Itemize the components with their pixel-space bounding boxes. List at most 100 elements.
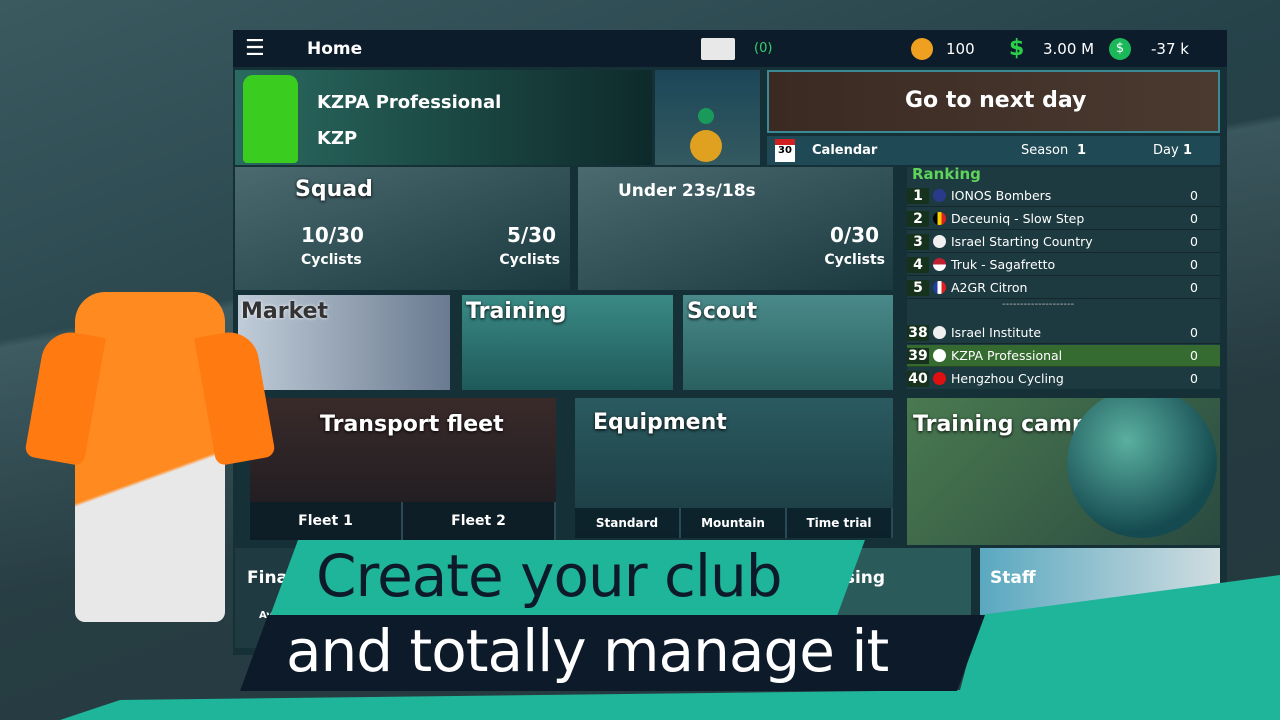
- rank-points: 0: [1190, 348, 1198, 363]
- squad-tile[interactable]: Squad 10/30 Cyclists 5/30 Cyclists: [235, 167, 570, 290]
- equipment-title: Equipment: [593, 410, 727, 435]
- training-tile[interactable]: Training: [462, 295, 673, 390]
- banner-line-2: and totally manage it: [240, 615, 985, 691]
- ranking-row[interactable]: 3 Israel Starting Country 0: [907, 231, 1220, 253]
- season-value: 1: [1077, 143, 1087, 158]
- squad-count-2: 5/30: [506, 223, 556, 247]
- day-value: 1: [1183, 143, 1193, 158]
- ranking-row[interactable]: 38 Israel Institute 0: [907, 322, 1220, 344]
- rank-points: 0: [1190, 257, 1198, 272]
- next-day-label: Go to next day: [905, 88, 1087, 113]
- globe-icon: [1067, 398, 1217, 538]
- rank-points: 0: [1190, 280, 1198, 295]
- coin-icon: [911, 37, 933, 60]
- calendar-bar[interactable]: 30 Calendar Season 1 Day 1: [767, 136, 1220, 165]
- rank-position: 5: [907, 279, 929, 296]
- transport-title: Transport fleet: [320, 412, 504, 437]
- banner-subtitle: and totally manage it: [286, 617, 889, 685]
- ranking-panel[interactable]: Ranking 1 IONOS Bombers 0 2 Deceuniq - Slow …: [907, 167, 1220, 389]
- under23-label: Cyclists: [824, 252, 885, 268]
- training-camp-tile[interactable]: Training camp: [907, 398, 1220, 545]
- israel-flag-icon: [933, 326, 946, 339]
- ranking-title: Ranking: [912, 167, 981, 183]
- rank-points: 0: [1190, 188, 1198, 203]
- rank-team-name: IONOS Bombers: [951, 188, 1052, 203]
- season-label: Season: [1021, 143, 1069, 158]
- fleet-2-button[interactable]: Fleet 2: [403, 502, 556, 540]
- menu-sliders-icon[interactable]: ☰: [245, 37, 283, 60]
- rank-team-name: Israel Starting Country: [951, 234, 1093, 249]
- rank-position: 38: [907, 324, 929, 341]
- ranking-row[interactable]: 39 KZPA Professional 0: [907, 345, 1220, 367]
- balance-value: -37 k: [1151, 39, 1189, 58]
- rank-team-name: Hengzhou Cycling: [951, 371, 1064, 386]
- training-title: Training: [466, 299, 567, 324]
- standard-button[interactable]: Standard: [575, 508, 681, 538]
- rank-position: 2: [907, 210, 929, 227]
- coins-value: 100: [946, 39, 975, 58]
- mail-icon[interactable]: [701, 37, 735, 60]
- uk-flag-icon: [933, 189, 946, 202]
- balance-icon: $: [1109, 37, 1131, 60]
- market-tile[interactable]: Market: [238, 295, 450, 390]
- rank-position: 4: [907, 256, 929, 273]
- rank-position: 40: [907, 370, 929, 387]
- rank-position: 3: [907, 233, 929, 250]
- ranking-row[interactable]: 4 Truk - Sagafretto 0: [907, 254, 1220, 276]
- rank-points: 0: [1190, 234, 1198, 249]
- rank-points: 0: [1190, 371, 1198, 386]
- calendar-icon: 30: [775, 139, 795, 162]
- under23-count: 0/30: [829, 223, 879, 247]
- france-flag-icon: [933, 281, 946, 294]
- dollar-icon: $: [1009, 36, 1025, 61]
- mountain-button[interactable]: Mountain: [681, 508, 787, 538]
- calendar-label: Calendar: [812, 143, 878, 158]
- banner-line-1: Create your club: [270, 540, 865, 616]
- time-trial-button[interactable]: Time trial: [787, 508, 893, 538]
- day-label: Day: [1153, 143, 1179, 158]
- squad-title: Squad: [295, 177, 373, 202]
- ranking-row[interactable]: 5 A2GR Citron 0: [907, 277, 1220, 299]
- rank-points: 0: [1190, 325, 1198, 340]
- squad-label: Cyclists: [301, 252, 362, 268]
- equipment-tile[interactable]: Equipment Standard Mountain Time trial: [575, 398, 893, 538]
- under23-tile[interactable]: Under 23s/18s 0/30 Cyclists: [578, 167, 893, 290]
- ranking-row[interactable]: 40 Hengzhou Cycling 0: [907, 368, 1220, 389]
- fleet-1-button[interactable]: Fleet 1: [250, 502, 403, 540]
- rank-position: 1: [907, 187, 929, 204]
- rank-position: 39: [907, 347, 929, 364]
- china-flag-icon: [933, 372, 946, 385]
- ranking-separator: --------------------: [1002, 299, 1075, 310]
- trophy-tile[interactable]: [655, 70, 760, 165]
- staff-title: Staff: [990, 568, 1036, 588]
- scout-title: Scout: [687, 299, 758, 324]
- under23-title: Under 23s/18s: [618, 181, 756, 201]
- rank-team-name: Truk - Sagafretto: [951, 257, 1056, 272]
- training-camp-title: Training camp: [913, 412, 1088, 437]
- belgium-flag-icon: [933, 212, 946, 225]
- rank-team-name: Deceuniq - Slow Step: [951, 211, 1085, 226]
- medal-icon: [690, 130, 722, 162]
- team-short: KZP: [317, 128, 358, 149]
- team-card[interactable]: KZPA Professional KZP: [235, 70, 652, 165]
- israel-flag-icon: [933, 235, 946, 248]
- rank-team-name: A2GR Citron: [951, 280, 1028, 295]
- usa-flag-icon: [933, 258, 946, 271]
- rank-team-name: KZPA Professional: [951, 348, 1063, 363]
- orange-jersey-image: [24, 292, 276, 632]
- banner-title: Create your club: [316, 542, 782, 610]
- page-title: Home: [307, 38, 363, 59]
- korea-flag-icon: [933, 349, 946, 362]
- team-name: KZPA Professional: [317, 92, 502, 113]
- team-jersey-icon: [243, 75, 298, 163]
- transport-fleet-tile[interactable]: Transport fleet Fleet 1 Fleet 2: [250, 398, 556, 540]
- ranking-row[interactable]: 1 IONOS Bombers 0: [907, 185, 1220, 207]
- mail-count: (0): [754, 41, 773, 56]
- top-bar: ☰ Home (0) 100 $ 3.00 M $ -37 k: [233, 30, 1227, 67]
- next-day-button[interactable]: Go to next day: [767, 70, 1220, 133]
- rank-points: 0: [1190, 211, 1198, 226]
- scout-tile[interactable]: Scout: [683, 295, 893, 390]
- squad-label-2: Cyclists: [499, 252, 560, 268]
- ranking-row[interactable]: 2 Deceuniq - Slow Step 0: [907, 208, 1220, 230]
- money-value: 3.00 M: [1043, 39, 1095, 58]
